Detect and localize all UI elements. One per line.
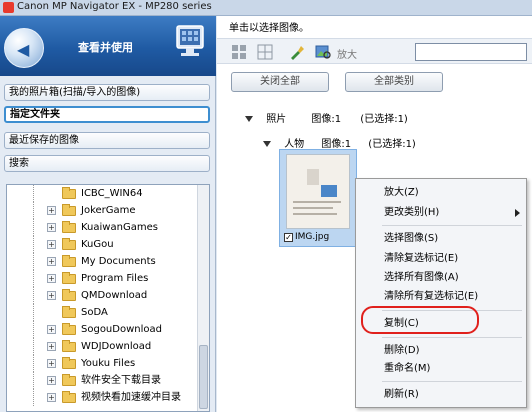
title-bar: Canon MP Navigator EX - MP280 series — [0, 0, 532, 16]
submenu-arrow-icon — [515, 209, 520, 217]
folder-icon — [62, 306, 76, 318]
back-arrow-icon: ◀ — [17, 40, 30, 59]
all-categories-button[interactable]: 全部类别 — [345, 72, 443, 92]
menu-item-clear-all-checkmarks[interactable]: 清除所有复选标记(E) — [356, 287, 526, 306]
grid-view-icon[interactable] — [231, 44, 247, 60]
folder-icon — [62, 255, 76, 267]
tree-item[interactable]: SoDA — [7, 304, 197, 321]
instruction-text: 单击以选择图像。 — [229, 23, 309, 34]
context-menu: 放大(Z) 更改类别(H) 选择图像(S) 清除复选标记(E) 选择所有图像(A… — [355, 178, 527, 408]
tree-item[interactable]: + 视频快看加速缓冲目录 — [7, 389, 197, 406]
zoom-label[interactable]: 放大 — [337, 46, 357, 61]
menu-item-zoom[interactable]: 放大(Z) — [356, 183, 526, 202]
thumbnail-caption: ✓ IMG.jpg — [284, 232, 329, 242]
expand-icon[interactable]: + — [47, 342, 56, 351]
menu-item-delete[interactable]: 删除(D) — [356, 341, 526, 360]
group-image-count: 图像:1 — [311, 114, 342, 125]
close-all-button[interactable]: 关闭全部 — [231, 72, 329, 92]
expand-icon[interactable]: + — [47, 393, 56, 402]
menu-item-refresh[interactable]: 刷新(R) — [356, 385, 526, 404]
tree-item[interactable]: + KuaiwanGames — [7, 219, 197, 236]
folder-icon — [62, 221, 76, 233]
toolbar: 放大 — [217, 38, 532, 64]
expand-icon[interactable]: + — [47, 257, 56, 266]
folder-icon — [62, 187, 76, 199]
expand-icon[interactable]: + — [47, 274, 56, 283]
expand-icon[interactable]: + — [47, 359, 56, 368]
expand-icon[interactable]: + — [47, 291, 56, 300]
nav-my-photo-box[interactable]: 我的照片箱(扫描/导入的图像) — [4, 84, 210, 101]
folder-icon — [62, 391, 76, 403]
tree-item[interactable]: + My Documents — [7, 253, 197, 270]
detail-view-icon[interactable] — [257, 44, 273, 60]
image-thumbnail[interactable]: ✓ IMG.jpg — [279, 149, 357, 247]
tree-item[interactable]: + WDJDownload — [7, 338, 197, 355]
thumbnail-checkbox[interactable]: ✓ — [284, 233, 293, 242]
folder-icon — [62, 238, 76, 250]
menu-item-change-category[interactable]: 更改类别(H) — [356, 203, 526, 222]
expand-icon[interactable]: + — [47, 325, 56, 334]
group-selected-count: (已选择:1) — [360, 114, 408, 125]
folder-icon — [62, 357, 76, 369]
app-icon — [3, 2, 14, 13]
nav-recently-saved[interactable]: 最近保存的图像 — [4, 132, 210, 149]
collapse-icon[interactable] — [245, 116, 253, 122]
menu-item-select-image[interactable]: 选择图像(S) — [356, 229, 526, 248]
nav-specify-folder[interactable]: 指定文件夹 — [4, 106, 210, 123]
folder-icon — [62, 204, 76, 216]
menu-item-select-all[interactable]: 选择所有图像(A) — [356, 268, 526, 287]
tree-item[interactable]: + 软件安全下载目录 — [7, 372, 197, 389]
banner-label: 查看并使用 — [78, 41, 133, 54]
folder-icon — [62, 340, 76, 352]
subgroup-people[interactable]: 人物 图像:1 (已选择:1) — [263, 135, 416, 150]
folder-icon — [62, 289, 76, 301]
nav-search[interactable]: 搜索 — [4, 155, 210, 172]
group-photos[interactable]: 照片 图像:1 (已选择:1) — [245, 110, 408, 125]
group-name: 照片 — [266, 114, 287, 125]
folder-icon — [62, 374, 76, 386]
tree-item[interactable]: + Youku Files — [7, 355, 197, 372]
collapse-icon[interactable] — [263, 141, 271, 147]
left-panel: ◀ 查看并使用 我的照片箱(扫描/导入的图像) 指定文件夹 最近保存的图像 搜索… — [0, 16, 216, 412]
expand-icon[interactable]: + — [47, 240, 56, 249]
monitor-icon — [176, 25, 204, 56]
expand-icon[interactable]: + — [47, 206, 56, 215]
tree-item[interactable]: + KuGou — [7, 236, 197, 253]
copy-highlight-ring — [361, 306, 479, 334]
photo-zoom-icon[interactable] — [315, 44, 331, 60]
edit-tool-icon[interactable] — [289, 44, 305, 60]
subgroup-selected-count: (已选择:1) — [368, 139, 416, 150]
menu-item-rename[interactable]: 重命名(M) — [356, 359, 526, 378]
tree-item[interactable]: ICBC_WIN64 — [7, 185, 197, 202]
folder-icon — [62, 272, 76, 284]
expand-icon[interactable]: + — [47, 223, 56, 232]
menu-item-clear-checkmark[interactable]: 清除复选标记(E) — [356, 249, 526, 268]
thumbnail-filename: IMG.jpg — [295, 232, 330, 242]
tree-item[interactable]: + Program Files — [7, 270, 197, 287]
tree-scrollbar[interactable] — [197, 185, 209, 411]
tree-item[interactable]: + SogouDownload — [7, 321, 197, 338]
scrollbar-thumb[interactable] — [199, 345, 208, 409]
back-button[interactable]: ◀ — [4, 28, 44, 68]
expand-icon[interactable]: + — [47, 376, 56, 385]
tree-item[interactable]: + QMDownload — [7, 287, 197, 304]
window-title: Canon MP Navigator EX - MP280 series — [17, 1, 212, 12]
folder-tree[interactable]: ICBC_WIN64 + JokerGame + KuaiwanGames + KuG… — [6, 184, 210, 412]
thumbnail-image — [286, 154, 350, 229]
tree-item[interactable]: + JokerGame — [7, 202, 197, 219]
folder-icon — [62, 323, 76, 335]
search-input[interactable] — [415, 43, 527, 61]
view-and-use-banner: ◀ 查看并使用 — [0, 16, 216, 76]
